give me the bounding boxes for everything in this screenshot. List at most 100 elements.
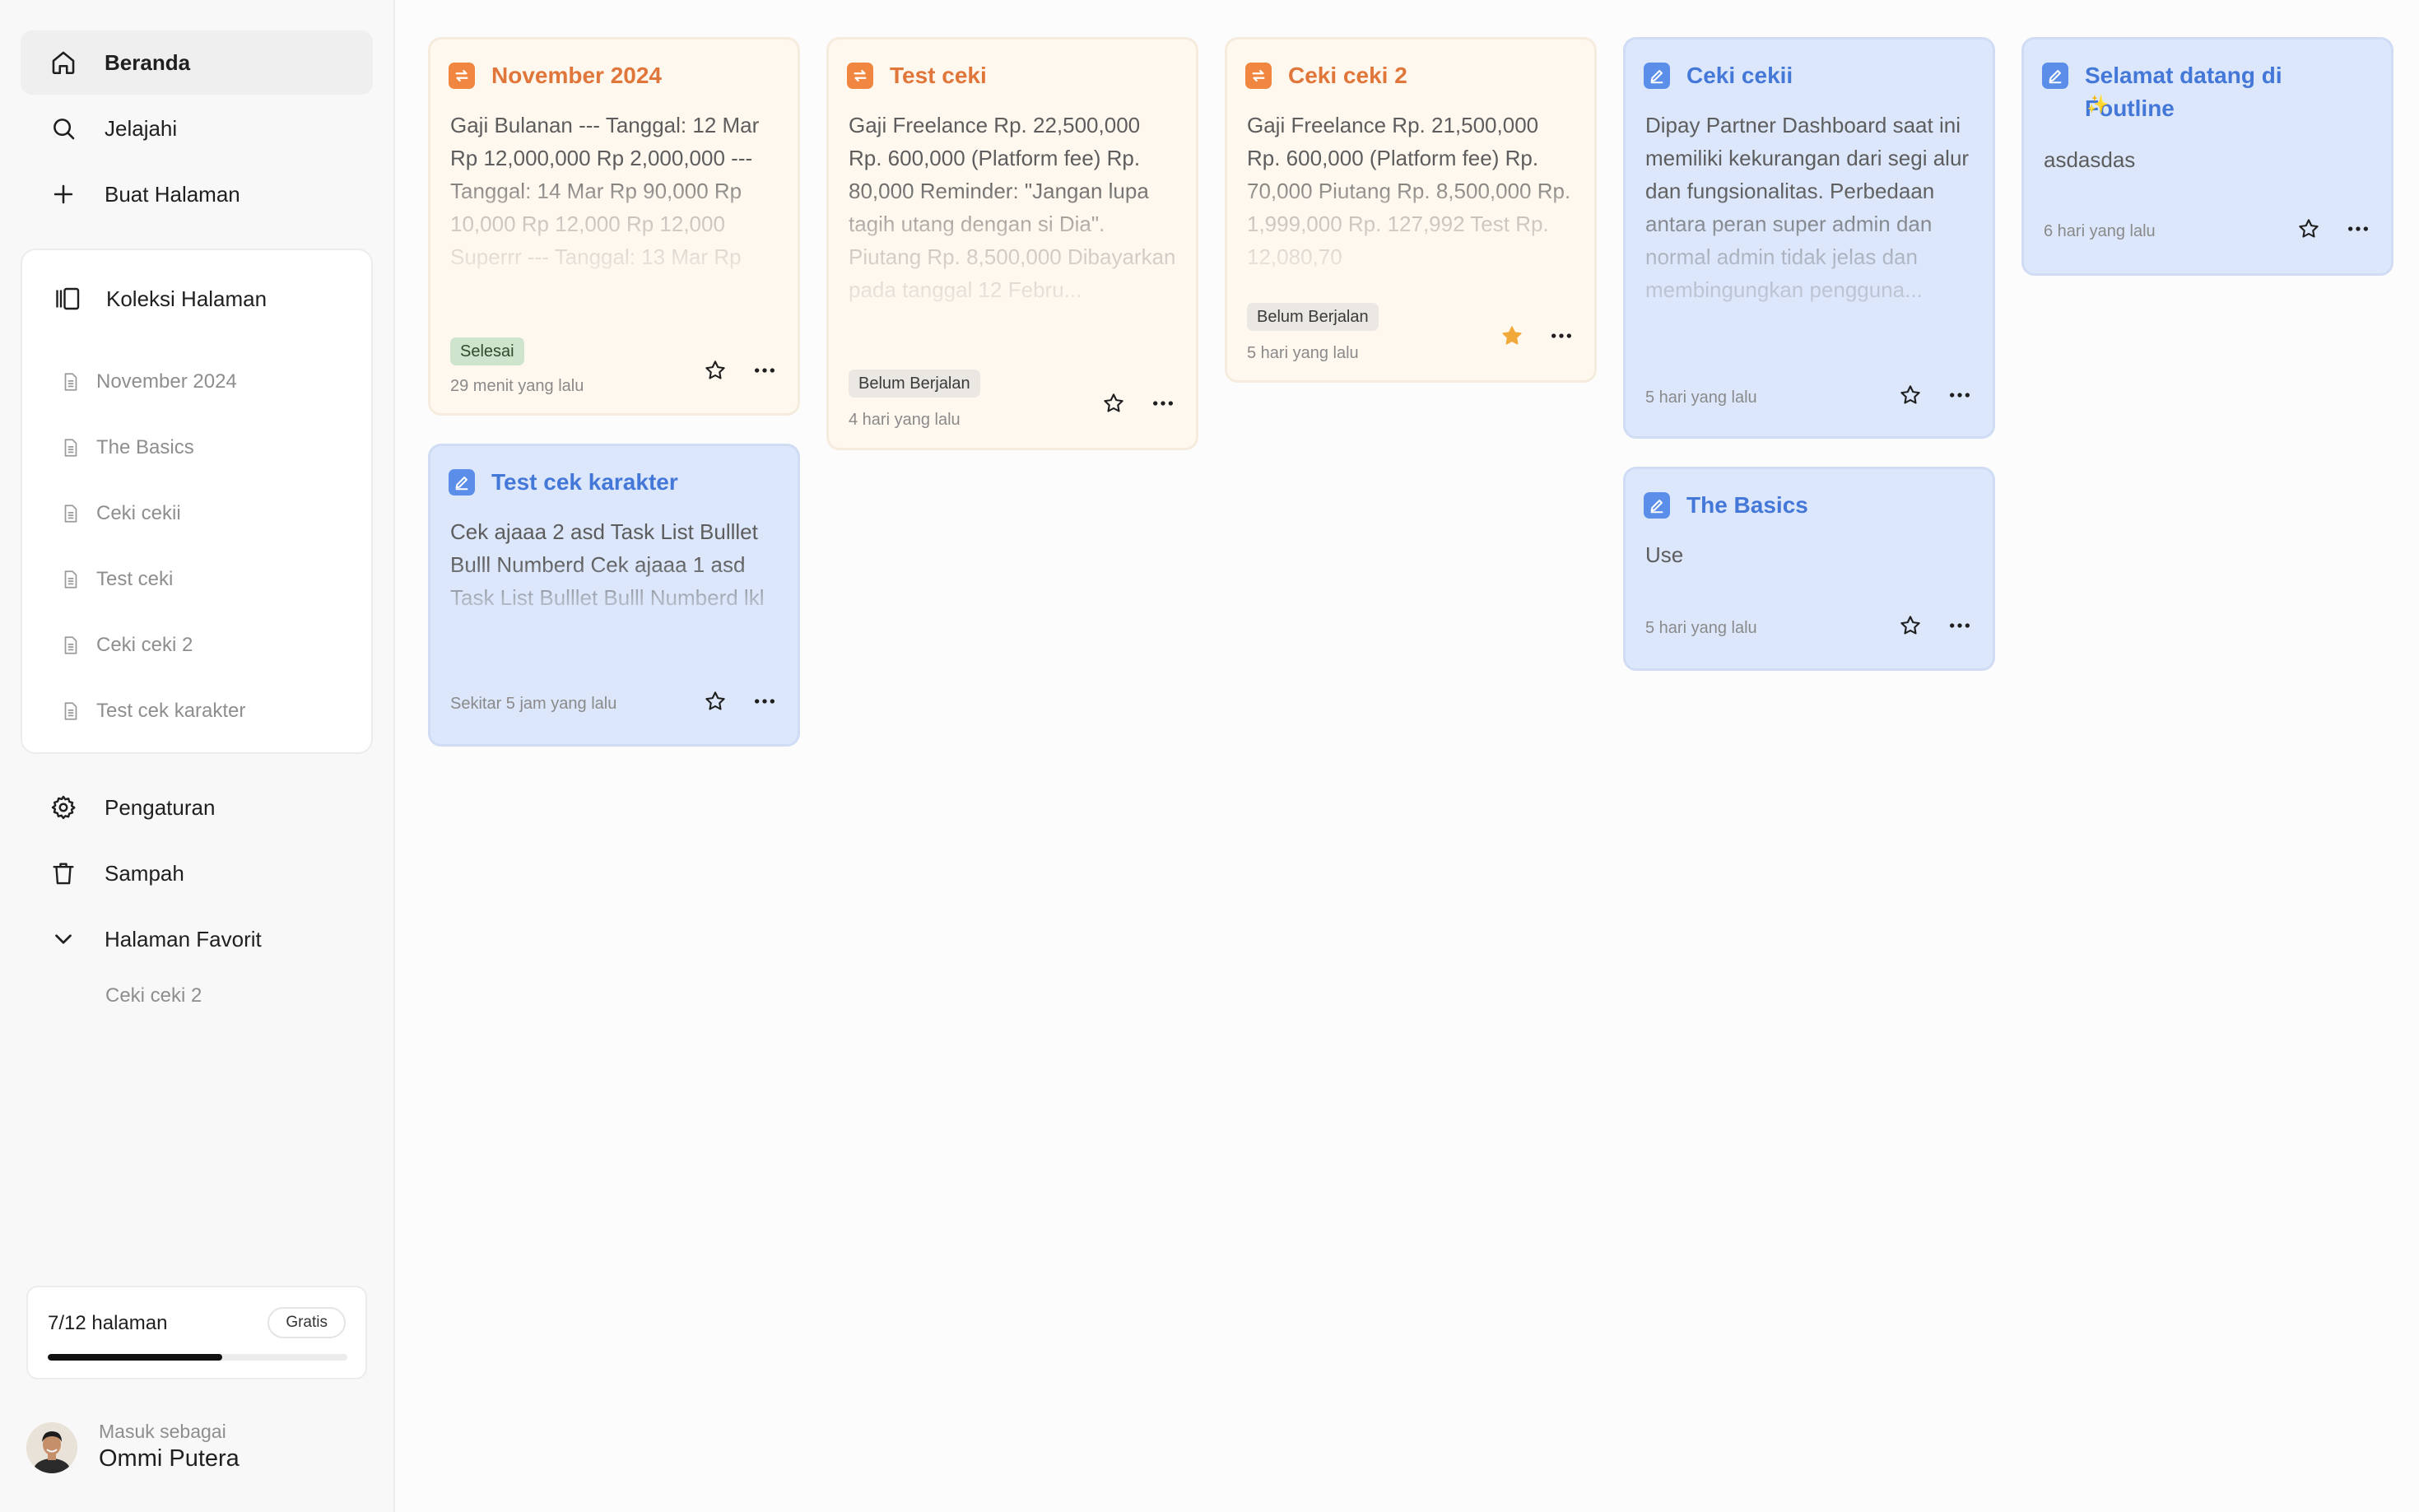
document-icon [60,503,81,524]
sidebar: Beranda Jelajahi Buat Halaman Koleksi Ha… [0,0,395,1512]
page-card[interactable]: Selamat datang di Foutline ✨ asdasdas 6 … [2021,37,2393,276]
collection-page-label: The Basics [96,436,194,458]
card-preview: Dipay Partner Dashboard saat ini memilik… [1645,113,1970,302]
collection-page-item[interactable]: Ceki cekii [22,489,371,538]
card-title-text: Ceki cekii [1686,63,1793,88]
quota-progress-fill [48,1354,223,1361]
more-options-icon[interactable] [750,686,779,716]
more-options-icon[interactable] [1945,380,1975,410]
more-options-icon[interactable] [1945,611,1975,640]
edit-icon [2042,63,2068,89]
gear-icon [49,793,78,822]
page-card[interactable]: Ceki ceki 2 Gaji Freelance Rp. 21,500,00… [1225,37,1597,383]
nav-label: Jelajahi [105,115,178,141]
collection-page-label: Ceki cekii [96,502,181,524]
quota-progress-track [48,1354,347,1361]
more-options-icon[interactable] [750,356,779,385]
collection-title: Koleksi Halaman [106,286,267,311]
card-title[interactable]: Selamat datang di Foutline [2042,59,2375,125]
collection-page-item[interactable]: The Basics [22,423,371,472]
card-preview: Gaji Freelance Rp. 21,500,000 Rp. 600,00… [1247,113,1571,269]
edit-icon [1644,63,1670,89]
card-title-text: Test cek karakter [491,469,678,495]
trash-icon [49,858,78,888]
star-filled-icon[interactable] [1497,321,1527,351]
card-title[interactable]: The Basics [1644,489,1976,522]
nav-buat-halaman[interactable]: Buat Halaman [21,162,373,226]
card-title[interactable]: Test cek karakter [449,466,781,499]
card-title-text: Ceki ceki 2 [1288,63,1407,88]
collection-page-item[interactable]: Test ceki [22,555,371,604]
more-options-icon[interactable] [2343,214,2373,244]
page-card[interactable]: Test cek karakter Cek ajaaa 2 asd Task L… [428,444,800,747]
collection-page-label: Test cek karakter [96,700,246,722]
page-card[interactable]: November 2024 Gaji Bulanan --- Tanggal: … [428,37,800,416]
sync-icon [847,63,873,89]
nav-label: Sampah [105,860,184,886]
nav-sampah[interactable]: Sampah [21,841,373,905]
nav-beranda[interactable]: Beranda [21,30,373,95]
card-title-text: Test ceki [890,63,987,88]
page-quota: 7/12 halaman Gratis [26,1286,367,1379]
collection-page-label: Ceki ceki 2 [96,634,193,656]
card-timestamp: 5 hari yang lalu [1645,619,1757,637]
sparkle-emoji: ✨ [2086,94,2110,114]
star-icon[interactable] [1099,388,1128,418]
document-icon [60,371,81,393]
page-card[interactable]: The Basics Use 5 hari yang lalu [1623,467,1995,671]
document-icon [60,635,81,656]
nav-label: Halaman Favorit [105,926,262,951]
nav-halaman-favorit[interactable]: Halaman Favorit [21,907,373,971]
document-icon [60,569,81,590]
more-options-icon[interactable] [1547,321,1576,351]
card-title-text: Selamat datang di Foutline [2085,63,2282,121]
collection-page-label: Test ceki [96,568,174,590]
card-preview: Cek ajaaa 2 asd Task List Bulllet Bulll … [450,519,765,610]
status-badge: Belum Berjalan [1247,303,1379,331]
favorite-page-item[interactable]: Ceki ceki 2 [105,984,202,1007]
card-timestamp: Sekitar 5 jam yang lalu [450,695,617,713]
nav-label: Pengaturan [105,794,216,820]
home-icon [49,48,78,77]
page-card[interactable]: Test ceki Gaji Freelance Rp. 22,500,000 … [826,37,1198,450]
avatar[interactable] [26,1422,77,1473]
document-icon [60,700,81,722]
chevron-down-icon [49,924,78,954]
page-card[interactable]: Ceki cekii Dipay Partner Dashboard saat … [1623,37,1995,439]
more-options-icon[interactable] [1148,388,1178,418]
status-badge: Selesai [450,337,524,365]
card-title[interactable]: November 2024 [449,59,781,92]
search-icon [49,114,78,143]
card-preview: Gaji Freelance Rp. 22,500,000 Rp. 600,00… [849,113,1176,302]
plan-badge[interactable]: Gratis [267,1307,346,1338]
card-title[interactable]: Ceki cekii [1644,59,1976,92]
user-label: Masuk sebagai [99,1421,226,1442]
star-icon[interactable] [700,356,730,385]
library-icon [53,284,83,314]
user-name: Ommi Putera [99,1445,240,1472]
collection-page-item[interactable]: Ceki ceki 2 [22,621,371,670]
star-icon[interactable] [700,686,730,716]
card-timestamp: 6 hari yang lalu [2044,222,2156,240]
edit-icon [1644,492,1670,519]
edit-icon [449,469,475,495]
sync-icon [1245,63,1272,89]
plus-icon [49,179,78,209]
card-preview: asdasdas [2044,147,2136,172]
star-icon[interactable] [2294,214,2324,244]
card-preview: Use [1645,542,1684,567]
card-title[interactable]: Test ceki [847,59,1179,92]
nav-jelajahi[interactable]: Jelajahi [21,96,373,161]
collection-page-item[interactable]: November 2024 [22,357,371,407]
sync-icon [449,63,475,89]
status-badge: Belum Berjalan [849,370,980,398]
nav-pengaturan[interactable]: Pengaturan [21,775,373,840]
collection-page-item[interactable]: Test cek karakter [22,686,371,736]
nav-label: Buat Halaman [105,181,240,207]
collection-header[interactable]: Koleksi Halaman [22,270,371,328]
card-timestamp: 5 hari yang lalu [1645,388,1757,407]
star-icon[interactable] [1896,380,1925,410]
collection-panel: Koleksi Halaman November 2024 The Basics… [21,249,373,754]
card-title[interactable]: Ceki ceki 2 [1245,59,1578,92]
star-icon[interactable] [1896,611,1925,640]
